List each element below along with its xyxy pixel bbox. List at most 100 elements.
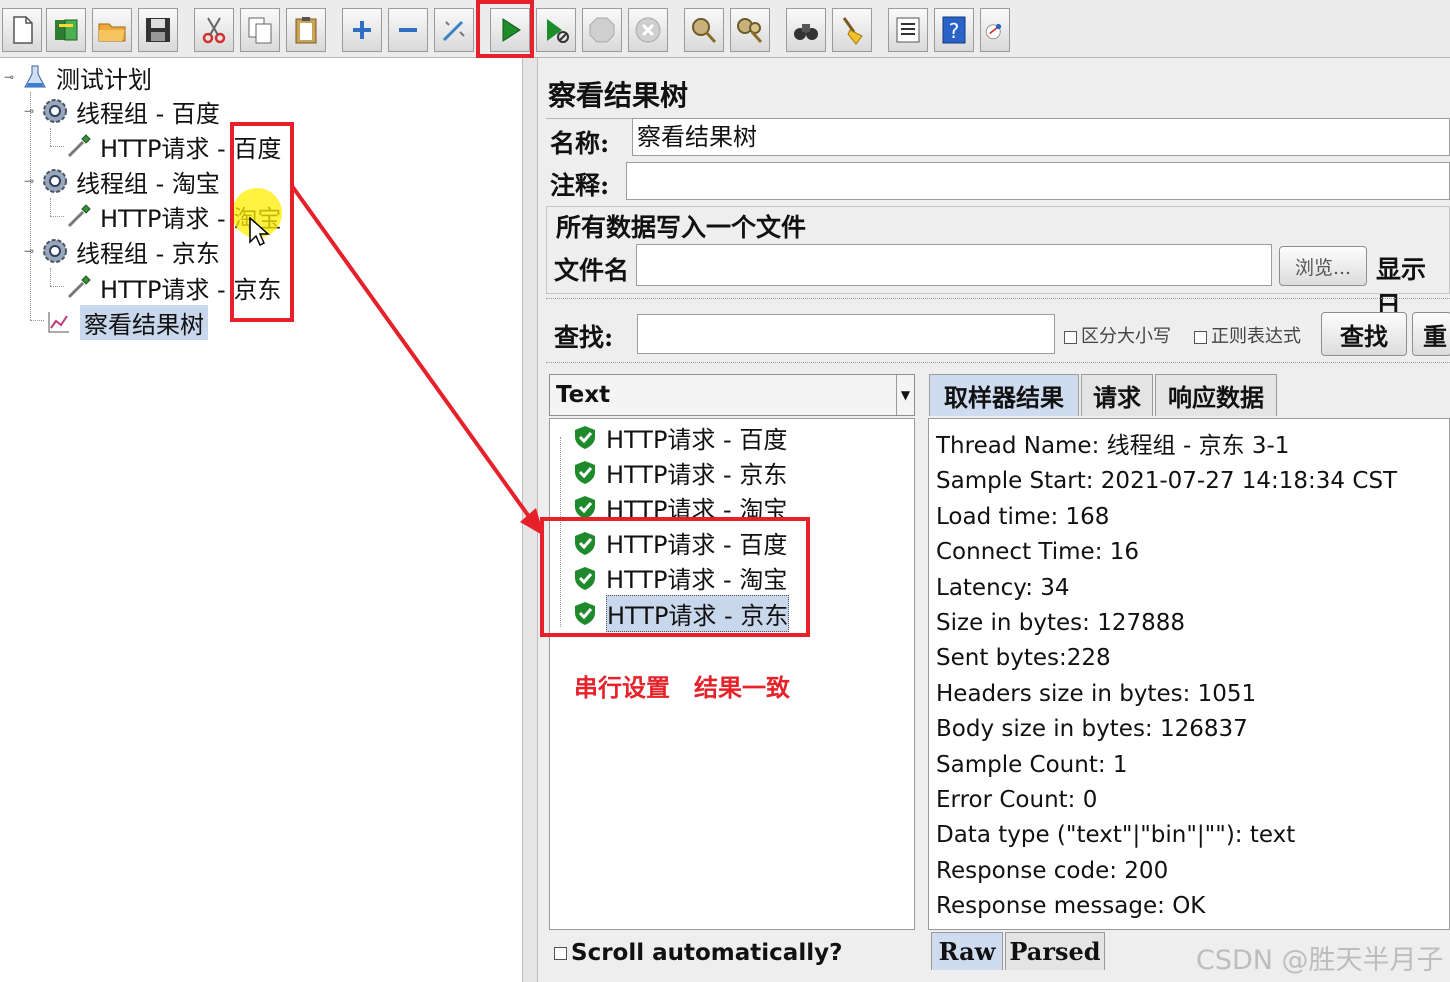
function-helper-button[interactable] bbox=[888, 8, 928, 52]
tab-sampler-result[interactable]: 取样器结果 bbox=[929, 374, 1079, 416]
detail-line: Data type ("text"|"bin"|""): text bbox=[936, 822, 1296, 849]
broom-icon bbox=[842, 17, 863, 45]
cut-button[interactable] bbox=[194, 8, 234, 52]
copy-button[interactable] bbox=[240, 8, 280, 52]
toolbar: ? bbox=[0, 0, 1450, 58]
save-button[interactable] bbox=[138, 8, 178, 52]
scroll-automatically-checkbox[interactable]: Scroll automatically? bbox=[554, 940, 842, 966]
open-button[interactable] bbox=[92, 8, 132, 52]
gear-icon bbox=[38, 236, 72, 266]
tree-label-prefix: HTTP请求 - bbox=[100, 134, 234, 163]
divider-handle[interactable] bbox=[546, 298, 1450, 304]
floppy-disk-icon bbox=[146, 18, 170, 42]
name-field[interactable]: 察看结果树 bbox=[632, 118, 1450, 156]
tab-response-data[interactable]: 响应数据 bbox=[1155, 374, 1277, 416]
result-row[interactable]: HTTP请求 - 京东 bbox=[572, 455, 787, 489]
search-input[interactable] bbox=[637, 314, 1055, 354]
search-button[interactable] bbox=[786, 8, 826, 52]
clipboard-icon bbox=[295, 17, 317, 44]
find-button[interactable]: 查找 bbox=[1321, 312, 1407, 356]
checkbox-box bbox=[1194, 330, 1207, 344]
detail-line: Headers size in bytes: 1051 bbox=[936, 680, 1257, 707]
shield-check-icon bbox=[575, 426, 595, 449]
remote-button[interactable] bbox=[980, 8, 1010, 52]
shutdown-button[interactable] bbox=[628, 8, 668, 52]
chevron-down-icon[interactable]: ▼ bbox=[896, 375, 914, 415]
tree-node-thread-group-jd[interactable]: ⊸ 线程组 - 京东 bbox=[24, 234, 220, 268]
clear-button[interactable] bbox=[684, 8, 724, 52]
tree-node-thread-group-baidu[interactable]: ⊸ 线程组 - 百度 bbox=[24, 94, 220, 128]
tree-label: 线程组 - 淘宝 bbox=[76, 169, 220, 198]
watermark: CSDN @胜天半月子 bbox=[1196, 945, 1444, 976]
tree-label: 线程组 - 京东 bbox=[76, 239, 220, 268]
detail-line: Thread Name: 线程组 - 京东 3-1 bbox=[936, 433, 1290, 459]
play-no-pause-icon bbox=[547, 19, 569, 43]
gear-icon bbox=[38, 96, 72, 126]
svg-text:?: ? bbox=[949, 19, 960, 43]
help-button[interactable]: ? bbox=[934, 8, 974, 52]
pipette-icon bbox=[62, 272, 96, 302]
stop-button[interactable] bbox=[582, 8, 622, 52]
pane-splitter[interactable] bbox=[522, 58, 538, 982]
collapse-all-button[interactable] bbox=[388, 8, 428, 52]
tree-label: 线程组 - 百度 bbox=[76, 99, 220, 128]
result-row[interactable]: HTTP请求 - 百度 bbox=[572, 420, 787, 454]
copy-icon bbox=[248, 17, 272, 44]
expand-all-button[interactable] bbox=[342, 8, 382, 52]
search-label: 查找: bbox=[554, 323, 614, 352]
clear-all-button[interactable] bbox=[730, 8, 770, 52]
list-icon bbox=[896, 17, 920, 43]
name-label: 名称: bbox=[550, 129, 610, 158]
divider-handle[interactable] bbox=[546, 362, 1450, 368]
result-label: HTTP请求 - 百度 bbox=[606, 425, 788, 454]
expand-handle-icon[interactable]: ⊸ bbox=[24, 244, 38, 258]
detail-line: Latency: 34 bbox=[936, 574, 1070, 601]
panel-title: 察看结果树 bbox=[548, 79, 689, 112]
minus-icon bbox=[399, 28, 417, 32]
sampler-result-text[interactable]: Thread Name: 线程组 - 京东 3-1 Sample Start: 2… bbox=[928, 418, 1450, 930]
detail-line: Error Count: 0 bbox=[936, 786, 1098, 813]
expand-handle-icon[interactable]: ⊸ bbox=[4, 70, 18, 84]
paste-button[interactable] bbox=[286, 8, 326, 52]
reset-search-button[interactable] bbox=[832, 8, 872, 52]
new-plan-button[interactable] bbox=[2, 8, 42, 52]
templates-button[interactable] bbox=[46, 8, 86, 52]
browse-button[interactable]: 浏览... bbox=[1279, 246, 1367, 286]
annotation-text: 串行设置 结果一致 bbox=[574, 674, 790, 702]
expand-handle-icon[interactable]: ⊸ bbox=[24, 104, 38, 118]
tab-raw[interactable]: Raw bbox=[931, 932, 1003, 970]
filename-input[interactable] bbox=[636, 244, 1272, 286]
shutdown-icon bbox=[635, 17, 661, 43]
tab-request[interactable]: 请求 bbox=[1081, 374, 1153, 416]
annotation-box-start bbox=[476, 0, 534, 58]
annotation-box-results bbox=[540, 517, 810, 637]
renderer-select[interactable]: Text ▼ bbox=[549, 374, 915, 416]
tab-parsed[interactable]: Parsed bbox=[1005, 932, 1105, 970]
comment-field[interactable] bbox=[626, 162, 1450, 200]
detail-line: Body size in bytes: 126837 bbox=[936, 716, 1248, 743]
regex-checkbox[interactable]: 正则表达式 bbox=[1194, 322, 1301, 348]
reset-button[interactable]: 重 bbox=[1412, 312, 1450, 356]
tree-node-view-results-tree[interactable]: 察看结果树 bbox=[42, 304, 208, 340]
expand-handle-icon[interactable]: ⊸ bbox=[24, 174, 38, 188]
gears-broom-icon bbox=[737, 18, 763, 44]
pipette-icon bbox=[62, 201, 96, 231]
result-label: HTTP请求 - 京东 bbox=[606, 460, 788, 489]
checkbox-box bbox=[554, 947, 567, 960]
checkbox-box bbox=[1064, 330, 1077, 344]
tree-label-prefix: HTTP请求 - bbox=[100, 204, 234, 233]
file-group-title: 所有数据写入一个文件 bbox=[556, 213, 807, 242]
tree-node-test-plan[interactable]: ⊸ 测试计划 bbox=[4, 60, 152, 94]
toggle-button[interactable] bbox=[434, 8, 474, 52]
detail-line: Size in bytes: 127888 bbox=[936, 609, 1186, 636]
detail-line: Response message: OK bbox=[936, 893, 1206, 920]
plus-icon bbox=[353, 21, 371, 39]
pipette-icon bbox=[62, 131, 96, 161]
tree-label: 测试计划 bbox=[56, 65, 152, 94]
graph-icon bbox=[42, 307, 76, 337]
tree-node-thread-group-taobao[interactable]: ⊸ 线程组 - 淘宝 bbox=[24, 164, 220, 198]
start-no-pauses-button[interactable] bbox=[536, 8, 576, 52]
case-sensitive-checkbox[interactable]: 区分大小写 bbox=[1064, 322, 1171, 348]
open-folder-icon bbox=[98, 23, 126, 42]
shield-check-icon bbox=[575, 461, 595, 485]
